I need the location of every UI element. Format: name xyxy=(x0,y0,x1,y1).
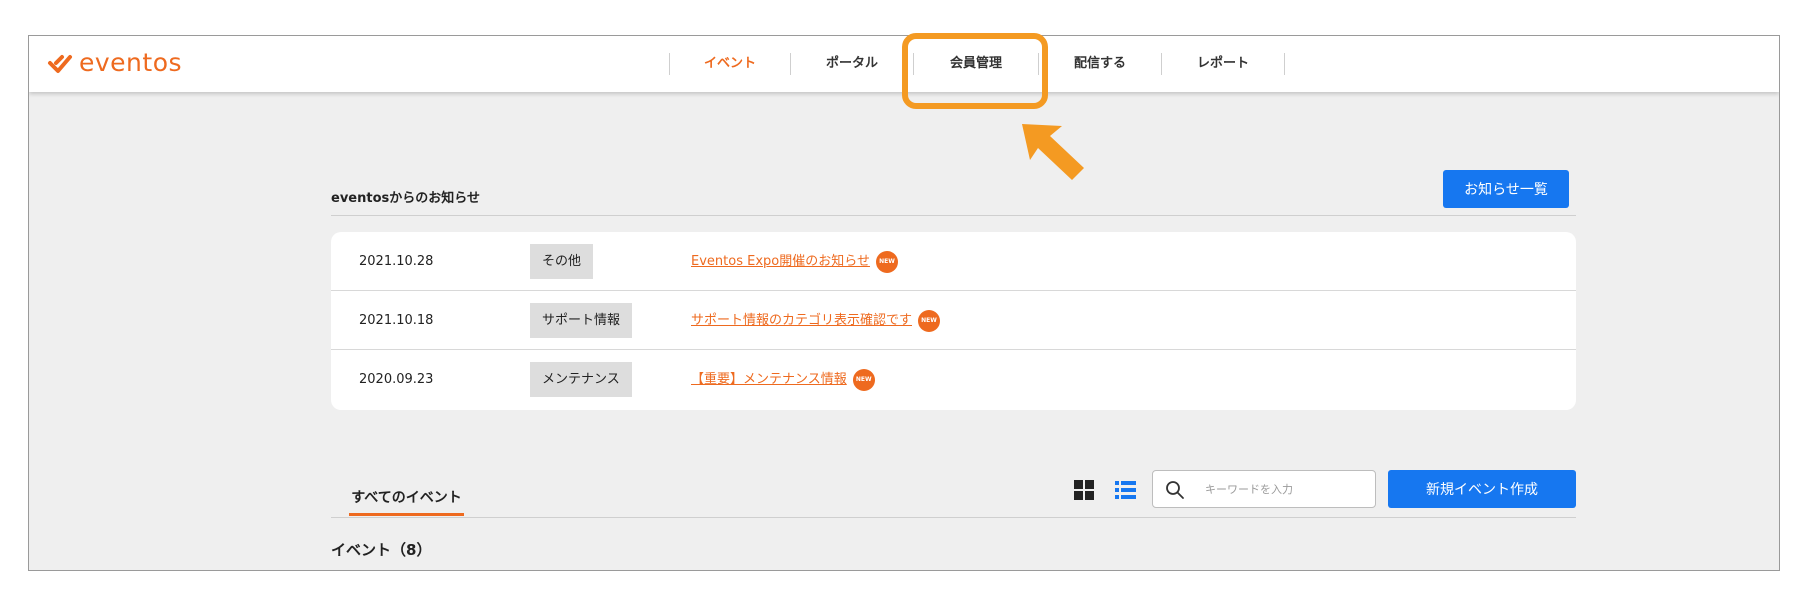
news-title: Eventos Expo開催のお知らせ xyxy=(691,254,870,269)
news-date: 2021.10.18 xyxy=(359,313,434,328)
eventos-logo-icon xyxy=(47,51,73,75)
nav-item-event[interactable]: イベント xyxy=(670,36,790,92)
announcements-list-button[interactable]: お知らせ一覧 xyxy=(1443,170,1569,208)
news-date: 2020.09.23 xyxy=(359,372,434,387)
news-category-badge: その他 xyxy=(530,244,594,279)
nav-item-report[interactable]: レポート xyxy=(1162,36,1284,92)
news-date: 2021.10.28 xyxy=(359,254,434,269)
grid-view-icon[interactable] xyxy=(1074,480,1094,504)
news-link[interactable]: 【重要】メンテナンス情報 NEW xyxy=(691,350,875,409)
divider xyxy=(331,215,1576,216)
news-title: 【重要】メンテナンス情報 xyxy=(691,372,847,387)
search-icon[interactable] xyxy=(1165,480,1185,504)
news-title: サポート情報のカテゴリ表示確認です xyxy=(691,313,913,328)
active-tab-indicator xyxy=(349,513,464,516)
search-input[interactable] xyxy=(1205,471,1365,507)
nav-item-distribute[interactable]: 配信する xyxy=(1039,36,1161,92)
logo-text: eventos xyxy=(79,48,183,77)
list-view-icon[interactable] xyxy=(1115,480,1136,504)
app-window: eventos イベント ポータル 会員管理 配信する レポート eventos… xyxy=(28,35,1780,571)
news-link[interactable]: サポート情報のカテゴリ表示確認です NEW xyxy=(691,291,941,350)
news-category-badge: サポート情報 xyxy=(530,303,633,338)
list-item: 2020.09.23 メンテナンス 【重要】メンテナンス情報 NEW xyxy=(331,350,1576,409)
events-count: イベント（8） xyxy=(331,541,432,559)
tab-all-events[interactable]: すべてのイベント xyxy=(349,487,464,507)
logo[interactable]: eventos xyxy=(47,48,182,78)
new-badge: NEW xyxy=(875,250,898,273)
news-category-badge: メンテナンス xyxy=(530,362,632,397)
divider xyxy=(331,517,1576,518)
list-item: 2021.10.28 その他 Eventos Expo開催のお知らせ NEW xyxy=(331,232,1576,291)
search-box xyxy=(1152,470,1376,508)
new-badge: NEW xyxy=(852,368,875,391)
nav-divider xyxy=(1284,53,1285,75)
nav-item-portal[interactable]: ポータル xyxy=(791,36,913,92)
highlight-arrow-icon xyxy=(1020,122,1086,186)
new-event-button[interactable]: 新規イベント作成 xyxy=(1388,470,1576,508)
annotation-highlight-box xyxy=(902,33,1048,109)
announcements-title: eventosからのお知らせ xyxy=(331,191,480,206)
news-link[interactable]: Eventos Expo開催のお知らせ NEW xyxy=(691,232,898,291)
new-badge: NEW xyxy=(918,309,941,332)
list-item: 2021.10.18 サポート情報 サポート情報のカテゴリ表示確認です NEW xyxy=(331,291,1576,350)
announcements-list: 2021.10.28 その他 Eventos Expo開催のお知らせ NEW 2… xyxy=(331,232,1576,410)
